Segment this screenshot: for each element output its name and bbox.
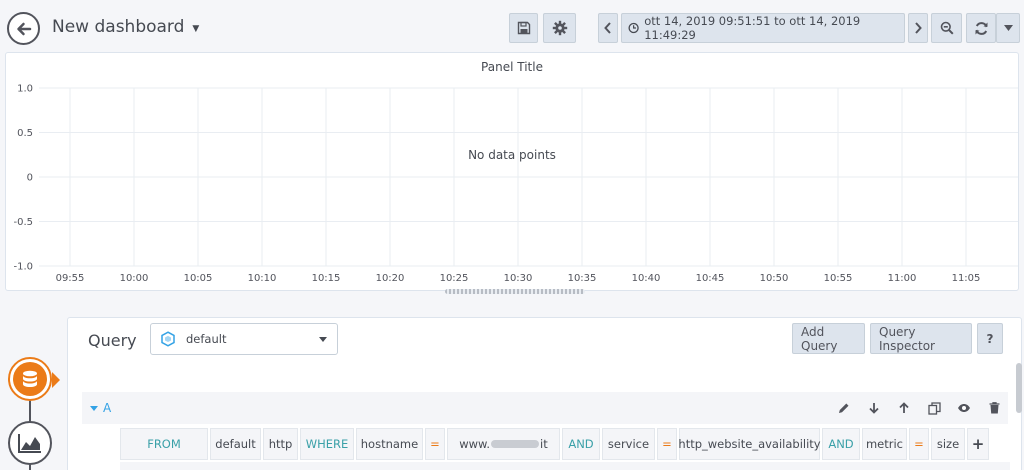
active-tab-pointer [52, 372, 60, 388]
query-inspector-button[interactable]: Query Inspector [870, 323, 972, 354]
time-range-label: ott 14, 2019 09:51:51 to ott 14, 2019 11… [644, 14, 861, 42]
add-query-button[interactable]: Add Query [792, 323, 865, 354]
gear-icon [552, 20, 567, 36]
time-shift-forward-button[interactable] [908, 13, 928, 43]
refresh-interval-dropdown[interactable] [996, 13, 1020, 43]
x-tick-label: 11:05 [952, 273, 981, 284]
datasource-name: default [186, 332, 227, 346]
influxdb-icon [161, 331, 175, 347]
pencil-icon [839, 403, 849, 413]
back-button[interactable] [7, 12, 40, 45]
visualization-tab[interactable] [8, 421, 52, 465]
zoom-out-icon [940, 21, 954, 35]
operator-equals[interactable]: = [425, 428, 445, 460]
tag-key-metric[interactable]: metric [862, 428, 907, 460]
graph-panel[interactable]: Panel Title 1.0 0.5 0 -0.5 -1.0 09:55 10:00 10:… [5, 52, 1019, 291]
y-tick-label: 0 [27, 173, 33, 184]
tag-value-service[interactable]: http_website_availability [678, 428, 821, 460]
copy-icon [927, 401, 941, 415]
move-query-up-button[interactable] [896, 400, 912, 416]
x-tick-label: 10:05 [184, 273, 213, 284]
move-query-down-button[interactable] [866, 400, 882, 416]
tag-value-hostname[interactable]: www. it [447, 428, 560, 460]
dashboard-navbar: New dashboard ▼ ott 14, 2019 09:51:51 to… [0, 0, 1024, 56]
influx-query-row: FROM default http WHERE hostname = www. i… [120, 428, 991, 460]
query-row-header: A [82, 392, 1008, 424]
x-tick-label: 11:00 [888, 273, 917, 284]
operator-equals[interactable]: = [909, 428, 929, 460]
refresh-icon [975, 21, 987, 35]
chevron-left-icon [604, 22, 611, 34]
editor-scrollbar[interactable] [1016, 363, 1022, 413]
save-icon [517, 21, 530, 35]
panel-resize-handle[interactable] [445, 289, 585, 294]
eye-icon [958, 404, 970, 412]
x-tick-label: 10:25 [440, 273, 469, 284]
x-tick-label: 10:55 [824, 273, 853, 284]
arrow-left-icon [16, 22, 31, 35]
x-tick-label: 10:30 [504, 273, 533, 284]
no-data-message: No data points [468, 148, 556, 162]
tag-value-metric[interactable]: size [931, 428, 965, 460]
dashboard-title: New dashboard [52, 17, 185, 37]
time-shift-back-button[interactable] [598, 13, 618, 43]
caret-down-icon [90, 405, 98, 411]
datasource-picker[interactable]: default [150, 323, 338, 355]
operator-equals[interactable]: = [657, 428, 677, 460]
x-tick-label: 09:55 [56, 273, 85, 284]
and-keyword: AND [822, 428, 860, 460]
redacted-text [491, 440, 540, 448]
x-tick-label: 10:35 [568, 273, 597, 284]
and-keyword: AND [562, 428, 600, 460]
dashboard-settings-button[interactable] [543, 13, 576, 43]
query-tab[interactable] [8, 357, 52, 401]
save-dashboard-button[interactable] [509, 13, 538, 43]
add-condition-button[interactable]: + [967, 428, 989, 460]
query-editor: Query default Add Query Query Inspector … [67, 317, 1022, 470]
y-tick-label: 0.5 [17, 128, 33, 139]
y-tick-label: 1.0 [17, 84, 33, 95]
query-row-letter: A [103, 401, 112, 415]
x-tick-label: 10:10 [248, 273, 277, 284]
area-chart-icon [18, 434, 41, 453]
chevron-right-icon [915, 22, 922, 34]
select-query-row [120, 462, 1010, 470]
from-keyword: FROM [120, 428, 208, 460]
toggle-query-visibility-button[interactable] [956, 400, 972, 416]
duplicate-query-button[interactable] [926, 400, 942, 416]
database-icon [23, 370, 37, 387]
trash-icon [989, 402, 999, 414]
time-range-picker[interactable]: ott 14, 2019 09:51:51 to ott 14, 2019 11… [621, 13, 905, 43]
caret-down-icon [319, 337, 327, 342]
x-tick-label: 10:50 [760, 273, 789, 284]
clock-icon [628, 22, 639, 34]
delete-query-button[interactable] [986, 400, 1002, 416]
x-tick-label: 10:00 [120, 273, 149, 284]
refresh-button[interactable] [966, 13, 996, 43]
where-keyword: WHERE [300, 428, 354, 460]
query-row-toggle[interactable]: A [90, 401, 111, 415]
x-tick-label: 10:40 [632, 273, 661, 284]
help-button[interactable]: ? [977, 323, 1003, 354]
retention-policy-segment[interactable]: default [210, 428, 261, 460]
zoom-out-button[interactable] [931, 13, 962, 43]
query-row-actions [836, 400, 1002, 416]
arrow-down-icon [869, 403, 879, 414]
query-section-title: Query [88, 331, 137, 350]
edit-query-button[interactable] [836, 400, 852, 416]
tag-key-hostname[interactable]: hostname [356, 428, 423, 460]
x-tick-label: 10:15 [312, 273, 341, 284]
caret-down-icon [1003, 25, 1013, 31]
x-tick-label: 10:45 [696, 273, 725, 284]
y-tick-label: -0.5 [13, 217, 33, 228]
graph-canvas: 1.0 0.5 0 -0.5 -1.0 09:55 10:00 10:05 10:10 10:15… [13, 84, 1018, 284]
caret-down-icon: ▼ [192, 24, 200, 34]
y-tick-label: -1.0 [13, 262, 33, 273]
measurement-segment[interactable]: http [263, 428, 298, 460]
dashboard-title-picker[interactable]: New dashboard ▼ [52, 17, 199, 37]
x-tick-label: 10:20 [376, 273, 405, 284]
arrow-up-icon [899, 402, 909, 413]
tag-key-service[interactable]: service [602, 428, 655, 460]
